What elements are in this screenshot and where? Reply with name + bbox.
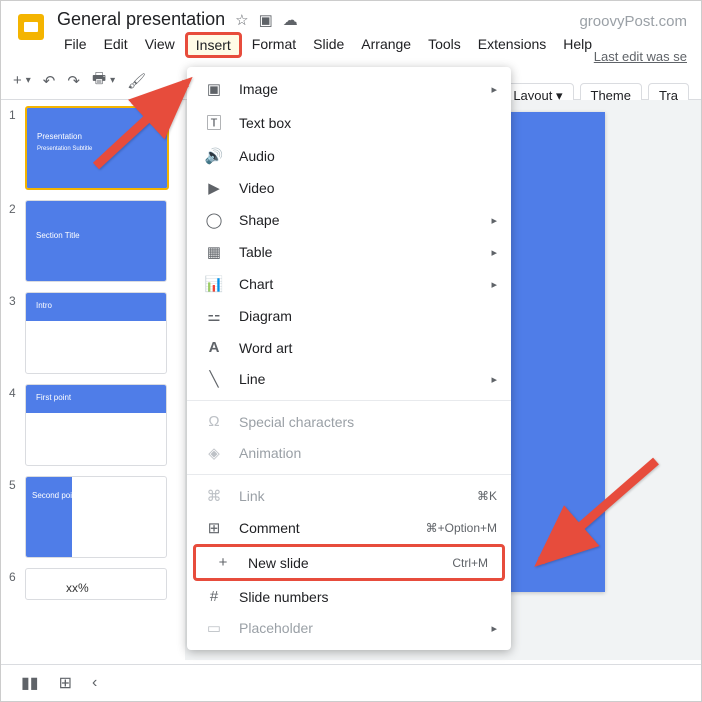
menu-tools[interactable]: Tools — [421, 32, 468, 58]
undo-button[interactable]: ↶ — [43, 72, 56, 90]
table-icon: ▦ — [205, 243, 223, 261]
video-icon: ▶ — [205, 179, 223, 197]
move-icon[interactable]: ▣ — [259, 11, 273, 29]
omega-icon: Ω — [205, 413, 223, 430]
dd-link: ⌘Link⌘K — [187, 480, 511, 512]
chevron-right-icon: ▸ — [491, 373, 497, 386]
plus-icon: + — [214, 554, 232, 571]
comment-icon: ⊞ — [205, 519, 223, 537]
filmstrip-view-button[interactable]: ▮▮ — [21, 673, 39, 693]
slide-thumb-4[interactable]: First point — [25, 384, 167, 466]
annotation-arrow-bottom — [521, 451, 671, 581]
insert-dropdown: ▣Image▸ 🅃Text box 🔊Audio ▶Video ◯Shape▸ … — [187, 67, 511, 650]
menu-view[interactable]: View — [138, 32, 182, 58]
slides-logo — [13, 9, 49, 45]
last-edit-link[interactable]: Last edit was se — [594, 49, 687, 64]
annotation-arrow-top — [81, 71, 211, 181]
dd-table[interactable]: ▦Table▸ — [187, 236, 511, 268]
chevron-down-icon[interactable]: ▾ — [26, 75, 31, 86]
grid-view-button[interactable]: ⊞ — [59, 673, 72, 693]
menu-bar: File Edit View Insert Format Slide Arran… — [57, 32, 599, 58]
doc-title[interactable]: General presentation — [57, 9, 225, 30]
dd-diagram[interactable]: ⚍Diagram — [187, 300, 511, 332]
chevron-right-icon: ▸ — [491, 83, 497, 96]
chevron-right-icon: ▸ — [491, 214, 497, 227]
star-icon[interactable]: ☆ — [235, 11, 248, 29]
footer: ▮▮ ⊞ ‹ — [1, 664, 701, 701]
menu-insert[interactable]: Insert — [185, 32, 242, 58]
menu-arrange[interactable]: Arrange — [354, 32, 418, 58]
dd-shape[interactable]: ◯Shape▸ — [187, 204, 511, 236]
dd-textbox[interactable]: 🅃Text box — [187, 105, 511, 140]
dd-image[interactable]: ▣Image▸ — [187, 73, 511, 105]
placeholder-icon: ▭ — [205, 619, 223, 637]
menu-extensions[interactable]: Extensions — [471, 32, 553, 58]
dd-video[interactable]: ▶Video — [187, 172, 511, 204]
slide-thumb-3[interactable]: Intro — [25, 292, 167, 374]
slide-thumb-5[interactable]: Second point — [25, 476, 167, 558]
collapse-button[interactable]: ‹ — [92, 674, 97, 692]
menu-file[interactable]: File — [57, 32, 94, 58]
hash-icon: # — [205, 588, 223, 605]
dd-placeholder: ▭Placeholder▸ — [187, 612, 511, 644]
redo-button[interactable]: ↷ — [67, 72, 80, 90]
menu-format[interactable]: Format — [245, 32, 303, 58]
chevron-right-icon: ▸ — [491, 246, 497, 259]
dd-animation: ◈Animation — [187, 437, 511, 469]
dd-comment[interactable]: ⊞Comment⌘+Option+M — [187, 512, 511, 544]
slide-thumb-2[interactable]: Section Title — [25, 200, 167, 282]
dd-newslide[interactable]: +New slideCtrl+M — [196, 547, 502, 578]
animation-icon: ◈ — [205, 444, 223, 462]
line-icon: ╲ — [205, 370, 223, 388]
dd-line[interactable]: ╲Line▸ — [187, 363, 511, 395]
shape-icon: ◯ — [205, 211, 223, 229]
menu-help[interactable]: Help — [556, 32, 599, 58]
dd-wordart[interactable]: AWord art — [187, 332, 511, 363]
link-icon: ⌘ — [205, 487, 223, 505]
chart-icon: 📊 — [205, 275, 223, 293]
menu-edit[interactable]: Edit — [97, 32, 135, 58]
diagram-icon: ⚍ — [205, 307, 223, 325]
cloud-icon[interactable]: ☁ — [283, 11, 298, 29]
new-slide-button[interactable]: + — [13, 72, 22, 89]
wordart-icon: A — [205, 339, 223, 356]
slide-thumb-6[interactable]: xx% — [25, 568, 167, 600]
slide-panel: 1 PresentationPresentation Subtitle 2 Se… — [1, 100, 185, 660]
dd-audio[interactable]: 🔊Audio — [187, 140, 511, 172]
dd-slidenumbers[interactable]: #Slide numbers — [187, 581, 511, 612]
chevron-right-icon: ▸ — [491, 622, 497, 635]
menu-slide[interactable]: Slide — [306, 32, 351, 58]
dd-special: ΩSpecial characters — [187, 406, 511, 437]
watermark: groovyPost.com — [579, 13, 687, 30]
dd-chart[interactable]: 📊Chart▸ — [187, 268, 511, 300]
chevron-right-icon: ▸ — [491, 278, 497, 291]
